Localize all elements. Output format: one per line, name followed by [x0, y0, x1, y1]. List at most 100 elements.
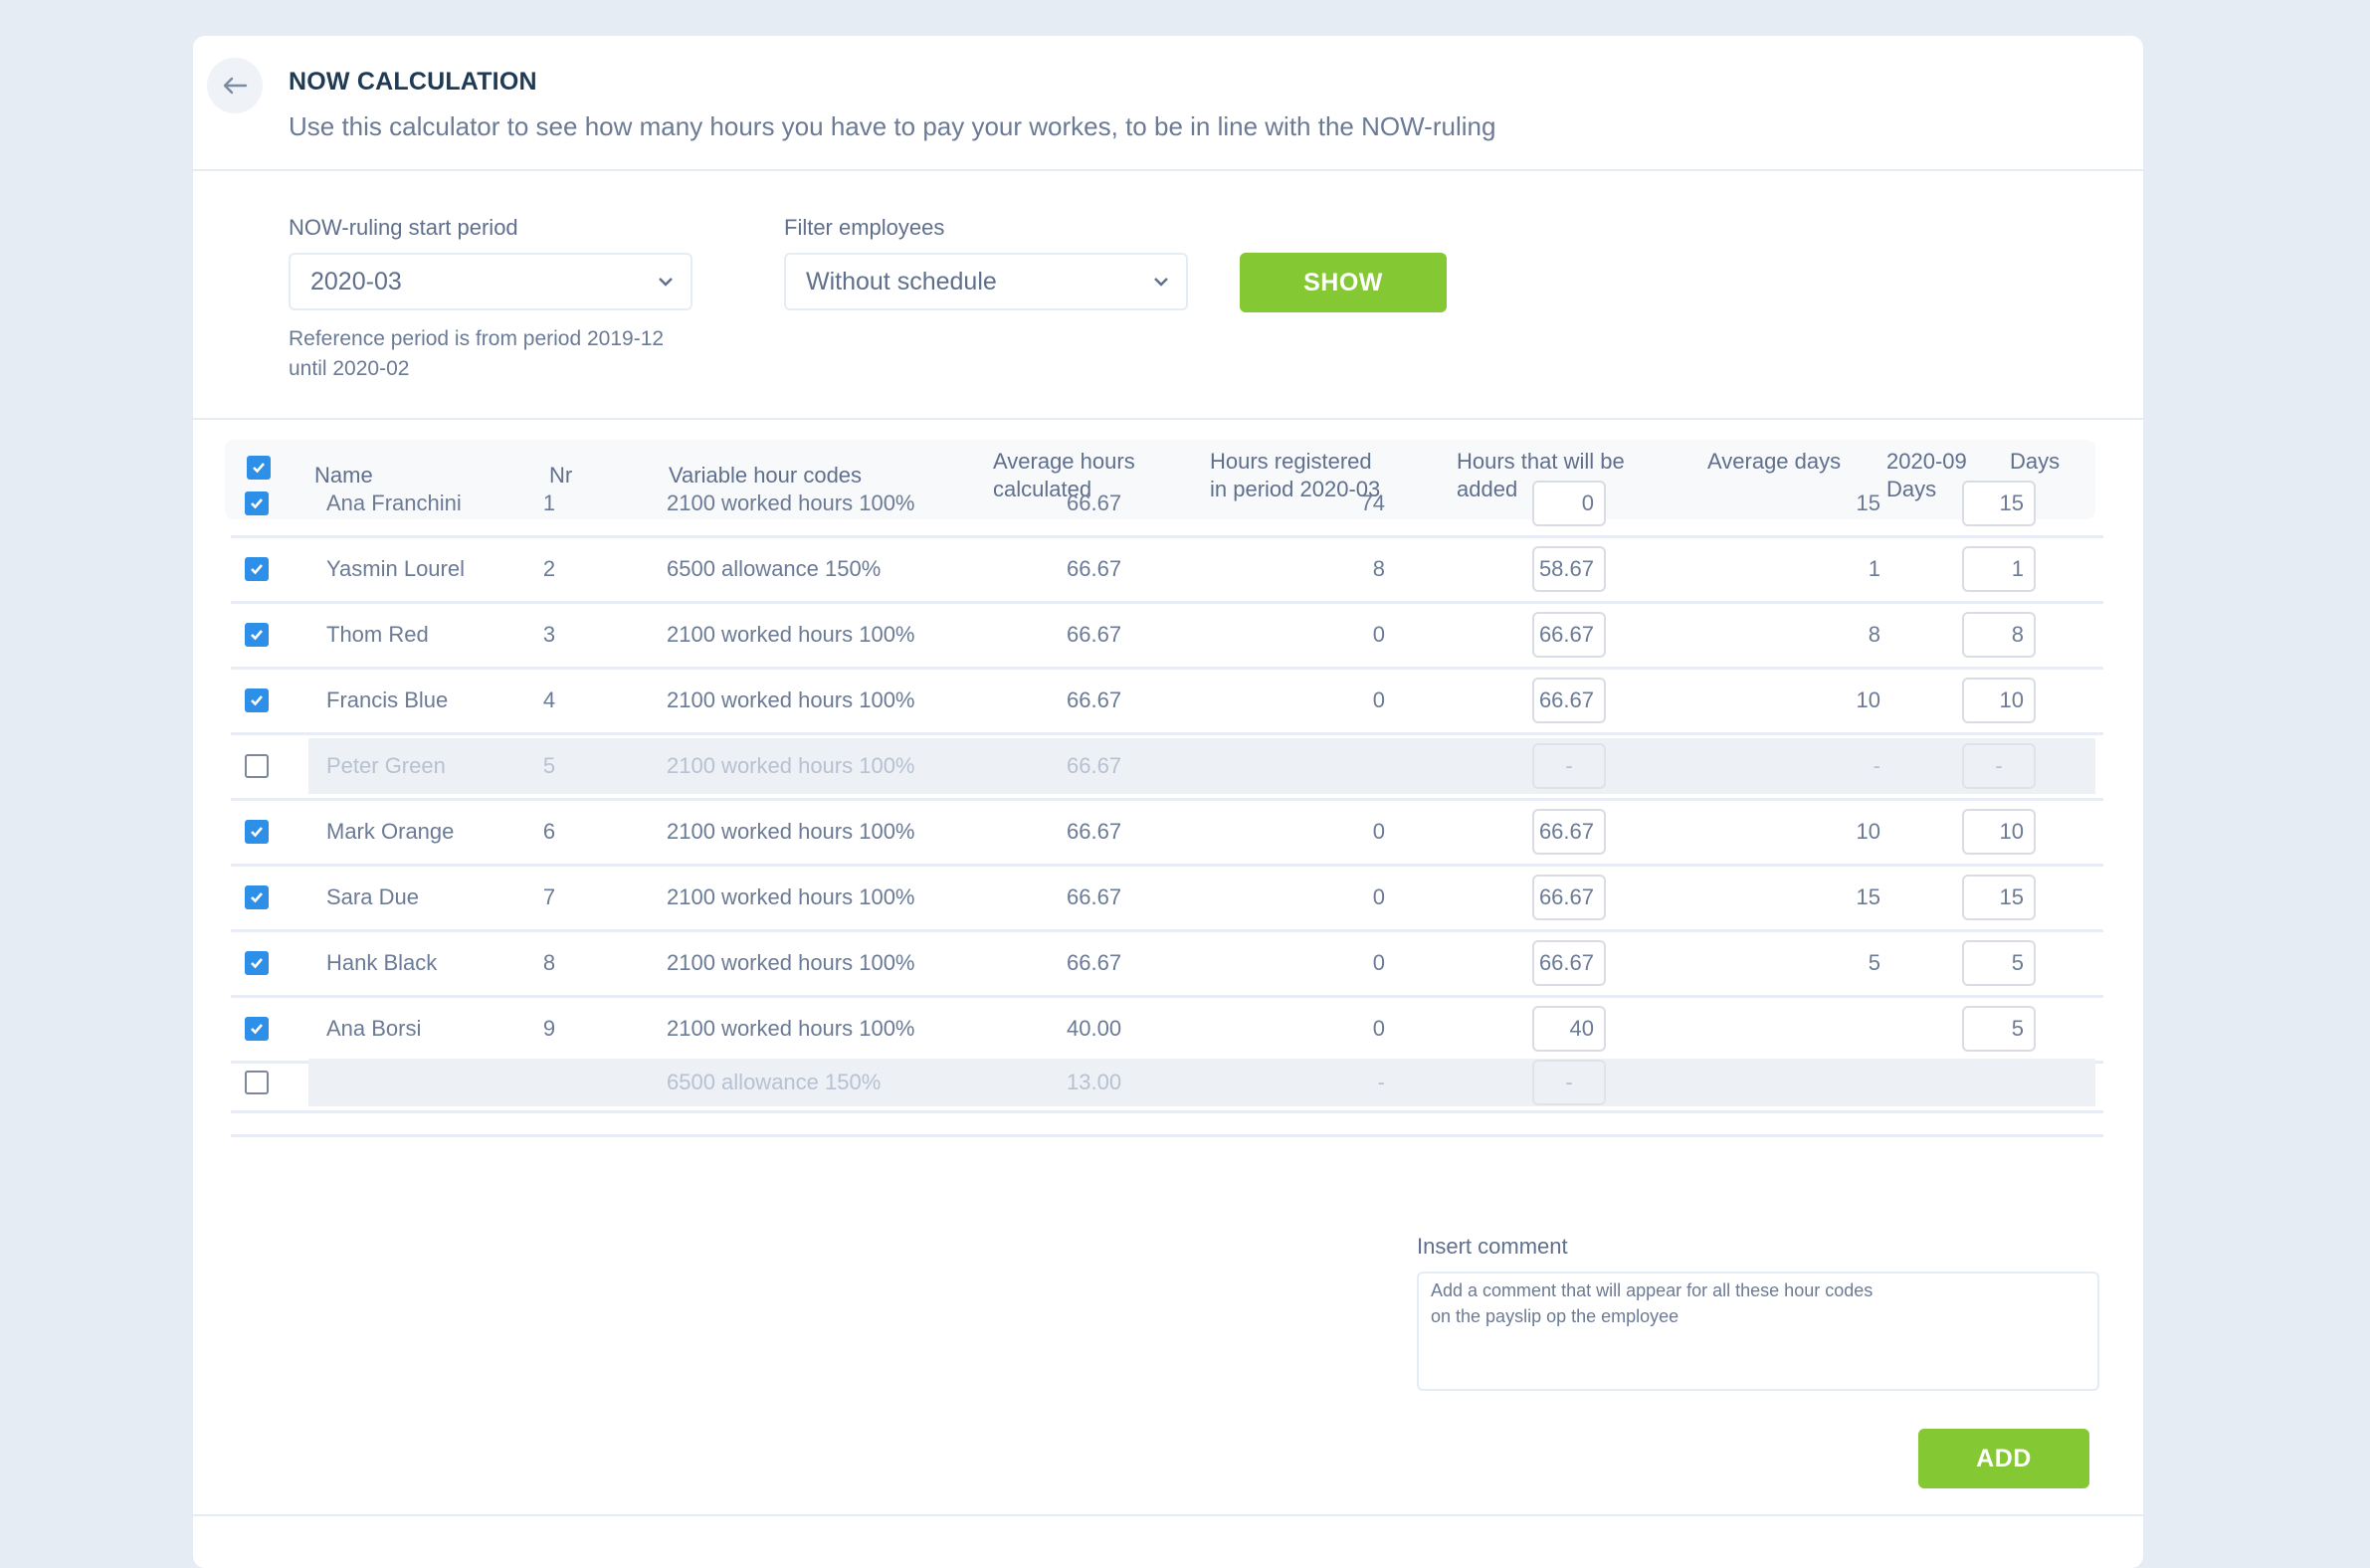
hours-added-input[interactable]: 66.67 [1532, 678, 1606, 723]
days-input[interactable]: 10 [1962, 809, 2036, 855]
row-checkbox[interactable] [245, 557, 269, 581]
employee-name: Thom Red [326, 622, 429, 647]
average-days: - [1873, 753, 1880, 778]
comment-textarea[interactable]: Add a comment that will appear for all t… [1417, 1272, 2099, 1391]
employee-nr: 7 [542, 884, 556, 909]
checkmark-icon [251, 695, 263, 706]
footer-divider [193, 1514, 2143, 1516]
show-button[interactable]: SHOW [1240, 253, 1447, 312]
hours-added-input[interactable]: 66.67 [1532, 875, 1606, 920]
start-period-label: NOW-ruling start period [289, 215, 518, 240]
hours-registered: 0 [1372, 687, 1385, 712]
days-input[interactable]: 5 [1962, 1006, 2036, 1052]
checkmark-icon [251, 892, 263, 903]
hours-added-input[interactable]: 58.67 [1532, 546, 1606, 592]
arrow-left-icon [223, 77, 248, 95]
hours-registered: 0 [1372, 819, 1385, 844]
hours-added-input[interactable]: 0 [1532, 481, 1606, 526]
average-days: 15 [1856, 490, 1880, 515]
header-divider [193, 169, 2143, 171]
row-checkbox[interactable] [245, 820, 269, 844]
back-button[interactable] [207, 58, 263, 113]
filters-divider [193, 418, 2143, 420]
days-input[interactable]: 10 [1962, 678, 2036, 723]
employee-nr: 5 [542, 753, 556, 778]
average-hours: 66.67 [1067, 884, 1122, 909]
table-row: Ana Borsi 9 2100 worked hours 100% 40.00 0 40… [231, 997, 2103, 1064]
hours-added-input[interactable]: - [1532, 743, 1606, 789]
table-row: Francis Blue 4 2100 worked hours 100% 66.67… [231, 669, 2103, 735]
employee-nr: 3 [542, 622, 556, 647]
hours-added-input[interactable]: 66.67 [1532, 940, 1606, 986]
hour-code: 6500 allowance 150% [667, 1070, 882, 1094]
table-row: Sara Due 7 2100 worked hours 100% 66.67 0 66.… [231, 866, 2103, 932]
table-bottom-divider [231, 1134, 2103, 1137]
employee-name: Sara Due [326, 884, 419, 909]
hour-code: 6500 allowance 150% [667, 556, 882, 581]
average-days: 15 [1856, 884, 1880, 909]
table-row: Ana Franchini 1 2100 worked hours 100% 66.6… [231, 472, 2103, 538]
reference-period-note: Reference period is from period 2019-12 … [289, 327, 665, 380]
hours-registered: 0 [1372, 950, 1385, 975]
hour-code: 2100 worked hours 100% [667, 622, 915, 647]
hour-code: 2100 worked hours 100% [667, 753, 915, 778]
hour-code: 2100 worked hours 100% [667, 950, 915, 975]
employee-name: Mark Orange [326, 819, 455, 844]
page-title: NOW CALCULATION [289, 68, 537, 96]
average-hours: 66.67 [1067, 622, 1122, 647]
average-days: 10 [1856, 687, 1880, 712]
days-input[interactable]: 8 [1962, 612, 2036, 658]
days-input[interactable]: 1 [1962, 546, 2036, 592]
hours-registered: 0 [1372, 1016, 1385, 1041]
filter-employees-label: Filter employees [784, 215, 945, 240]
hours-added-input[interactable]: 66.67 [1532, 809, 1606, 855]
table-row: Yasmin Lourel 2 6500 allowance 150% 66.67 8 5… [231, 537, 2103, 604]
table-row: Peter Green 5 2100 worked hours 100% 66.67 -… [231, 734, 2103, 801]
row-checkbox[interactable] [245, 1071, 269, 1094]
filter-employees-value: Without schedule [806, 267, 997, 295]
row-checkbox[interactable] [245, 885, 269, 909]
average-hours: 40.00 [1067, 1016, 1122, 1041]
employee-nr: 9 [542, 1016, 556, 1041]
employee-name: Ana Borsi [326, 1016, 422, 1041]
checkmark-icon [251, 827, 263, 838]
table-row: Mark Orange 6 2100 worked hours 100% 66.67 0… [231, 800, 2103, 867]
hours-added-input[interactable]: - [1532, 1060, 1606, 1105]
chevron-down-icon [659, 278, 673, 287]
filter-employees-select[interactable]: Without schedule [784, 253, 1188, 310]
employee-name: Peter Green [326, 753, 446, 778]
hours-registered: 74 [1360, 490, 1385, 515]
add-button[interactable]: ADD [1918, 1429, 2089, 1488]
row-checkbox[interactable] [245, 754, 269, 778]
days-input[interactable]: 15 [1962, 875, 2036, 920]
hours-registered: 0 [1372, 884, 1385, 909]
days-input[interactable]: - [1962, 743, 2036, 789]
row-checkbox[interactable] [245, 951, 269, 975]
checkmark-icon [251, 1024, 263, 1035]
hours-added-input[interactable]: 40 [1532, 1006, 1606, 1052]
hour-code: 2100 worked hours 100% [667, 687, 915, 712]
average-days: 8 [1868, 622, 1880, 647]
checkmark-icon [251, 564, 263, 575]
average-hours: 66.67 [1067, 819, 1122, 844]
hour-code: 2100 worked hours 100% [667, 1016, 915, 1041]
days-input[interactable]: 5 [1962, 940, 2036, 986]
checkmark-icon [251, 498, 263, 509]
table-row: Hank Black 8 2100 worked hours 100% 66.67 0 6… [231, 931, 2103, 998]
hours-added-input[interactable]: 66.67 [1532, 612, 1606, 658]
table-row: Thom Red 3 2100 worked hours 100% 66.67 0 66.… [231, 603, 2103, 670]
table-row: 6500 allowance 150% 13.00 - - [231, 1055, 2103, 1113]
checkmark-icon [251, 958, 263, 969]
row-checkbox[interactable] [245, 688, 269, 712]
employee-nr: 1 [542, 490, 556, 515]
chevron-down-icon [1154, 278, 1168, 287]
row-checkbox[interactable] [245, 623, 269, 647]
employee-nr: 2 [542, 556, 556, 581]
row-checkbox[interactable] [245, 1017, 269, 1041]
days-input[interactable]: 15 [1962, 481, 2036, 526]
hours-registered: 0 [1372, 622, 1385, 647]
row-checkbox[interactable] [245, 491, 269, 515]
start-period-select[interactable]: 2020-03 [289, 253, 692, 310]
average-days: 5 [1868, 950, 1880, 975]
employee-name: Ana Franchini [326, 490, 462, 515]
